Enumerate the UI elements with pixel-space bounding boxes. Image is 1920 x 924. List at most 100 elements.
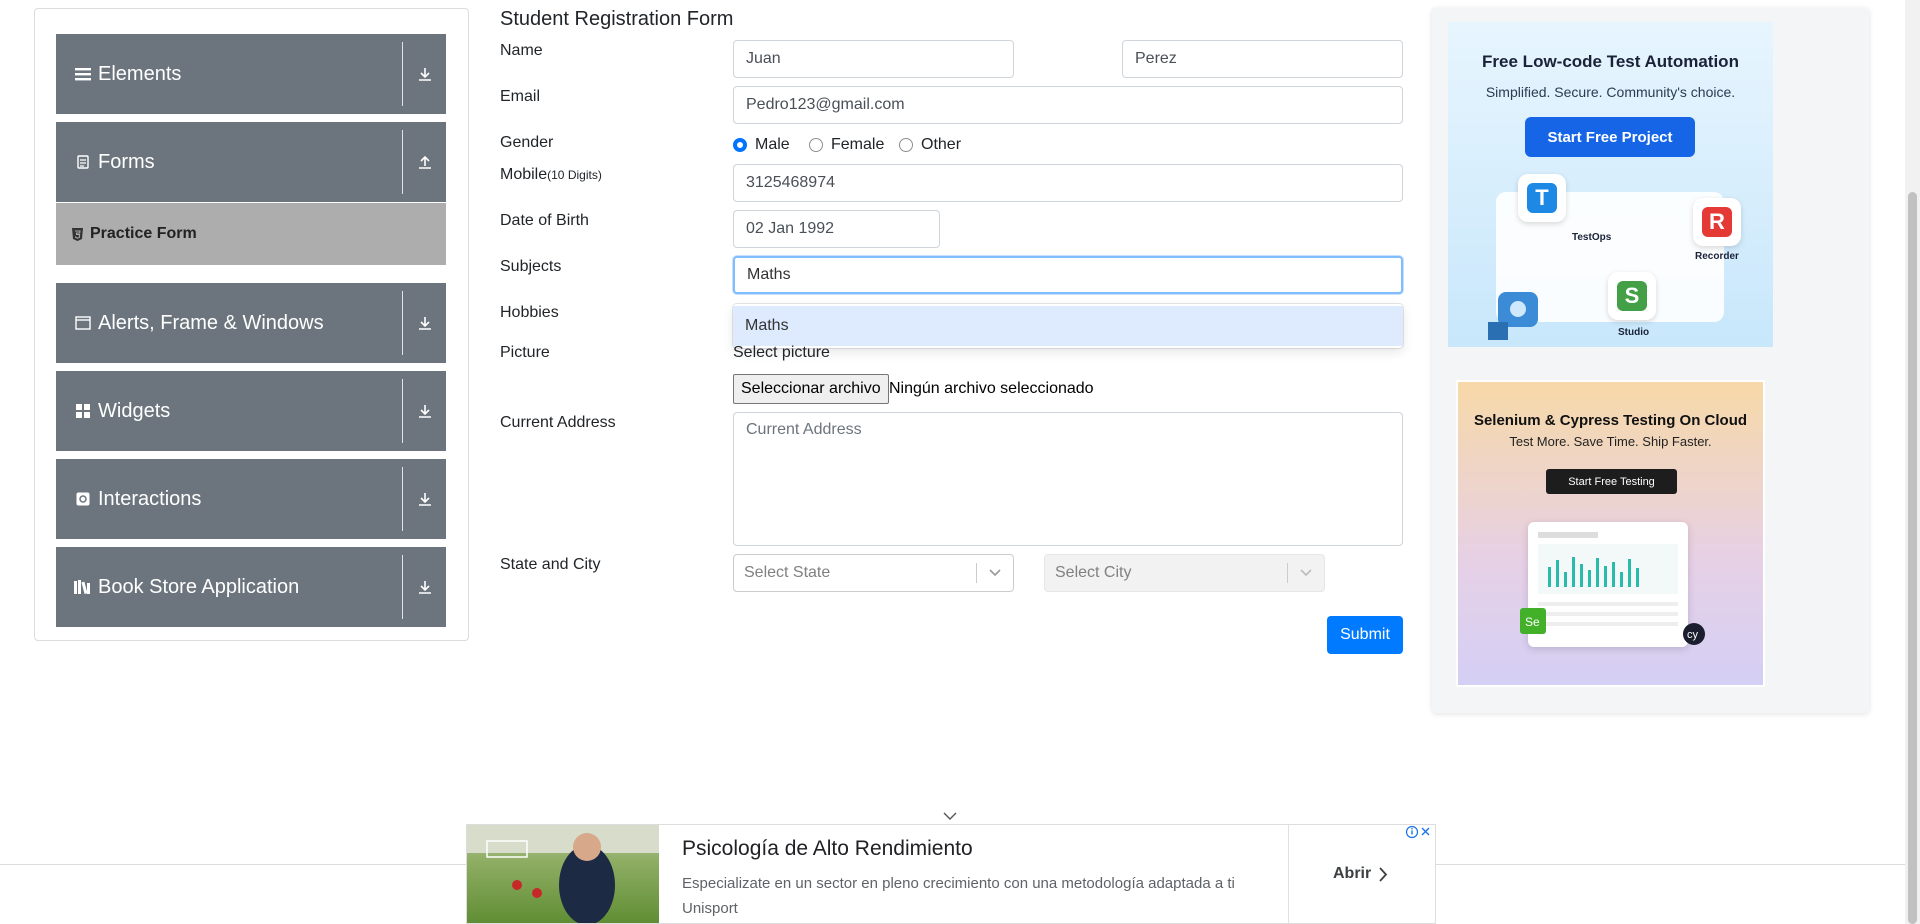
select-placeholder: Select State: [744, 564, 831, 581]
ad-badge-label: Recorder: [1695, 251, 1739, 262]
left-panel: Elements Forms Practice Form Alerts, Fra…: [34, 8, 469, 641]
ad-badge-label: Studio: [1618, 327, 1650, 338]
ad-title: Psicología de Alto Rendimiento: [682, 837, 973, 860]
katalon-ad[interactable]: Free Low-code Test Automation Simplified…: [1448, 22, 1773, 347]
download-icon[interactable]: [403, 547, 446, 627]
ad-choices-icon[interactable]: [1405, 825, 1433, 842]
chevron-right-icon: [1379, 866, 1388, 882]
sidebar-group-forms[interactable]: Forms: [56, 122, 446, 202]
sidebar-group-label: Elements: [98, 62, 182, 85]
ad-badge-label: TestOps: [1572, 232, 1612, 243]
subjects-label: Subjects: [500, 258, 562, 275]
ad-dashboard-illustration: [1528, 522, 1688, 647]
start-free-project-button[interactable]: Start Free Project: [1525, 117, 1695, 157]
sidebar-group-label: Alerts, Frame & Windows: [98, 311, 324, 334]
first-name-input[interactable]: Juan: [733, 40, 1014, 78]
state-city-label: State and City: [500, 556, 601, 573]
select-placeholder: Select City: [1055, 564, 1132, 581]
sidebar-group-title: Interactions: [74, 459, 201, 539]
radio-label: Other: [921, 136, 962, 153]
sidebar-group-widgets[interactable]: Widgets: [56, 371, 446, 451]
cypress-logo-icon: cy: [1683, 623, 1705, 645]
sidebar-group-interactions[interactable]: Interactions: [56, 459, 446, 539]
radio-checked-icon: [733, 138, 747, 152]
picture-caption: Select picture: [733, 344, 830, 361]
recorder-logo-icon: R: [1693, 198, 1741, 246]
upload-icon[interactable]: [403, 122, 446, 202]
testops-logo-icon: T: [1518, 174, 1566, 222]
chevron-down-icon: [977, 555, 1013, 591]
hobbies-label: Hobbies: [500, 304, 559, 321]
gender-radio-male[interactable]: Male: [733, 136, 790, 154]
sidebar-group-label: Widgets: [98, 399, 171, 422]
svg-text:cy: cy: [1687, 629, 1699, 641]
sidebar-item-practice-form[interactable]: Practice Form: [56, 203, 446, 265]
radio-unchecked-icon: [809, 138, 823, 152]
sidebar-group-title: Widgets: [74, 371, 170, 451]
sidebar-group-label: Book Store Application: [98, 575, 300, 598]
state-select[interactable]: Select State: [733, 554, 1014, 592]
mobile-label-text: Mobile: [500, 166, 548, 183]
chevron-down-icon: [1288, 555, 1324, 591]
subjects-input[interactable]: Maths: [733, 256, 1403, 294]
picture-label: Picture: [500, 344, 550, 361]
ad-cta-label: Abrir: [1333, 865, 1372, 882]
subjects-suggestion-menu: Maths: [733, 304, 1403, 348]
gender-radio-other[interactable]: Other: [899, 136, 961, 154]
svg-text:Se: Se: [1525, 615, 1540, 629]
sidebar-group-elements[interactable]: Elements: [56, 34, 446, 114]
start-free-testing-button[interactable]: Start Free Testing: [1546, 469, 1677, 494]
sidebar-group-title: Book Store Application: [74, 547, 299, 627]
ad-description: Especializate en un sector en pleno crec…: [682, 871, 1242, 921]
form-icon: [74, 153, 92, 171]
widgets-icon: [74, 402, 92, 420]
download-icon[interactable]: [403, 283, 446, 363]
sidebar-group-title: Forms: [74, 122, 155, 202]
date-of-birth-input[interactable]: 02 Jan 1992: [733, 210, 940, 248]
download-icon[interactable]: [403, 459, 446, 539]
ad-subtitle: Test More. Save Time. Ship Faster.: [1509, 434, 1712, 449]
html5-icon: [72, 203, 83, 265]
bottom-banner-ad[interactable]: Psicología de Alto Rendimiento Especiali…: [466, 824, 1436, 924]
sidebar-group-book-store[interactable]: Book Store Application: [56, 547, 446, 627]
download-icon[interactable]: [403, 371, 446, 451]
dob-label: Date of Birth: [500, 212, 589, 229]
gender-label: Gender: [500, 134, 554, 151]
email-input[interactable]: Pedro123@gmail.com: [733, 86, 1403, 124]
cloud-testing-ad[interactable]: Selenium & Cypress Testing On Cloud Test…: [1456, 380, 1765, 687]
address-label: Current Address: [500, 414, 616, 431]
ad-headline: Selenium & Cypress Testing On Cloud: [1473, 412, 1748, 429]
name-label: Name: [500, 42, 543, 59]
city-select[interactable]: Select City: [1044, 554, 1325, 592]
interaction-icon: [74, 490, 92, 508]
submit-button[interactable]: Submit: [1327, 616, 1403, 654]
sidebar-group-alerts[interactable]: Alerts, Frame & Windows: [56, 283, 446, 363]
subjects-suggestion-option[interactable]: Maths: [733, 306, 1403, 346]
sidebar-group-label: Interactions: [98, 487, 202, 510]
mobile-input[interactable]: 3125468974: [733, 164, 1403, 202]
form-title: Student Registration Form: [500, 8, 734, 30]
books-icon: [74, 578, 92, 596]
mobile-hint: (10 Digits): [547, 168, 602, 182]
ad-advertiser: Unisport: [682, 900, 738, 917]
divider: [1288, 825, 1289, 923]
sidebar-group-title: Elements: [74, 34, 181, 114]
ad-photo: [467, 825, 659, 923]
radio-unchecked-icon: [899, 138, 913, 152]
last-name-input[interactable]: Perez: [1122, 40, 1403, 78]
ad-subtitle: Simplified. Secure. Community's choice.: [1485, 84, 1736, 100]
gender-radio-female[interactable]: Female: [809, 136, 884, 154]
choose-file-button[interactable]: Seleccionar archivo: [733, 374, 889, 404]
file-status: Ningún archivo seleccionado: [889, 380, 1094, 397]
menu-icon: [74, 65, 92, 83]
studio-logo-icon: S: [1608, 272, 1656, 320]
scrollbar-thumb[interactable]: [1908, 192, 1917, 924]
radio-label: Male: [755, 136, 790, 153]
sidebar-item-label: Practice Form: [90, 225, 197, 242]
window-icon: [74, 314, 92, 332]
download-icon[interactable]: [403, 34, 446, 114]
open-ad-button[interactable]: Abrir: [1333, 865, 1388, 883]
page-scrollbar[interactable]: [1905, 0, 1920, 924]
current-address-textarea[interactable]: Current Address: [733, 412, 1403, 546]
ad-description-text: Especializate en un sector en pleno crec…: [682, 875, 1235, 892]
